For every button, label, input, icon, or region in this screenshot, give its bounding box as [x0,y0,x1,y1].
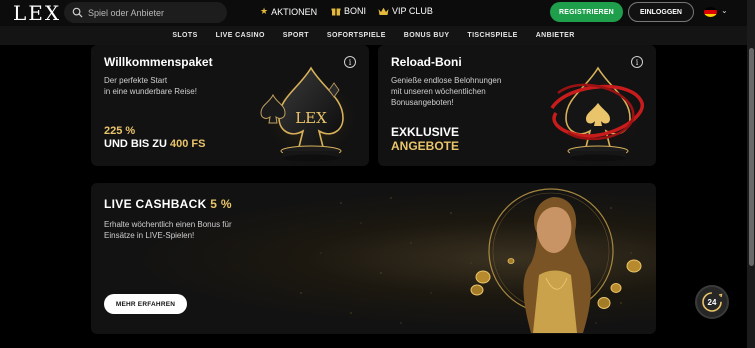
reload-desc-line-3: Bonusangeboten! [391,98,454,107]
cashback-title: LIVE CASHBACK 5 % [104,197,232,211]
scrollbar-thumb[interactable] [749,48,754,266]
cashback-description: Erhalte wöchentlich einen Bonus für Eins… [104,219,232,241]
star-icon: ★ [260,6,269,16]
register-button[interactable]: REGISTRIEREN [550,2,623,22]
support-24-icon [702,292,723,312]
reload-promo-line-2: ANGEBOTE [391,139,460,153]
category-sport[interactable]: SPORT [283,32,309,39]
welcome-spins-value: 400 FS [170,138,206,150]
trophy-logo-text: LEX [295,109,327,127]
reload-bonus-card[interactable]: Reload-Boni Genieße endlose Belohnungen … [378,45,656,166]
login-label: EINLOGGEN [639,8,682,16]
nav-vip-club[interactable]: VIP CLUB [378,6,433,16]
category-live-casino[interactable]: LIVE CASINO [216,32,265,39]
welcome-desc-line-2: in eine wunderbare Reise! [104,87,197,96]
nav-aktionen-label: AKTIONEN [271,6,318,17]
nav-vip-label: VIP CLUB [392,6,433,16]
cashback-title-prefix: LIVE CASHBACK [104,197,207,211]
category-nav: SLOTS LIVE CASINO SPORT SOFORTSPIELE BON… [0,26,747,45]
nav-boni[interactable]: BONI [331,6,366,16]
live-cashback-banner[interactable]: LIVE CASHBACK 5 % Erhalte wöchentlich ei… [91,183,656,334]
site-logo[interactable]: LEX [13,1,61,25]
search-box[interactable] [64,2,227,23]
cashback-desc-line-1: Erhalte wöchentlich einen Bonus für [104,220,232,229]
reload-title: Reload-Boni [391,55,462,69]
welcome-spins-prefix: UND BIS ZU [104,138,167,150]
chevron-down-icon[interactable]: ⌄ [721,6,728,15]
nav-boni-label: BONI [344,6,367,16]
search-icon [72,7,83,18]
learn-more-label: MEHR ERFAHREN [115,300,176,308]
category-slots[interactable]: SLOTS [172,32,197,39]
welcome-bonus-percent: 225 % [104,125,136,137]
lex-spade-trophy-image: LEX [260,66,361,162]
login-button[interactable]: EINLOGGEN [628,2,694,22]
spade-ribbon-trophy-image [548,66,648,162]
category-bonus-buy[interactable]: BONUS BUY [404,32,450,39]
nav-aktionen[interactable]: ★ AKTIONEN [260,6,317,17]
reload-description: Genieße endlose Belohnungen mit unseren … [391,75,501,108]
category-sofortspiele[interactable]: SOFORTSPIELE [327,32,386,39]
welcome-bonus-spins: UND BIS ZU 400 FS [104,138,205,150]
reload-promo-line-1: EXKLUSIVE [391,125,460,139]
register-label: REGISTRIEREN [559,8,614,16]
reload-desc-line-1: Genieße endlose Belohnungen [391,76,502,85]
top-header: LEX ★AKTIONEN BONI VIP CLUB REGISTRIEREN… [0,0,747,26]
support-24h-button[interactable]: 24 [695,285,729,319]
category-tischspiele[interactable]: TISCHSPIELE [467,32,517,39]
welcome-package-card[interactable]: Willkommenspaket Der perfekte Start in e… [91,45,369,166]
german-flag-icon[interactable] [704,7,717,17]
cashback-percent: 5 % [210,197,232,211]
learn-more-button[interactable]: MEHR ERFAHREN [104,294,187,314]
welcome-title: Willkommenspaket [104,55,213,69]
logo-text: LEX [13,1,62,25]
category-anbieter[interactable]: ANBIETER [536,32,575,39]
welcome-description: Der perfekte Start in eine wunderbare Re… [104,75,197,97]
welcome-desc-line-1: Der perfekte Start [104,76,168,85]
reload-desc-line-2: mit unseren wöchentlichen [391,87,486,96]
crown-icon [378,7,389,15]
search-input[interactable] [88,7,218,18]
gift-icon [331,8,341,16]
cashback-desc-line-2: Einsätze in LIVE-Spielen! [104,231,195,240]
